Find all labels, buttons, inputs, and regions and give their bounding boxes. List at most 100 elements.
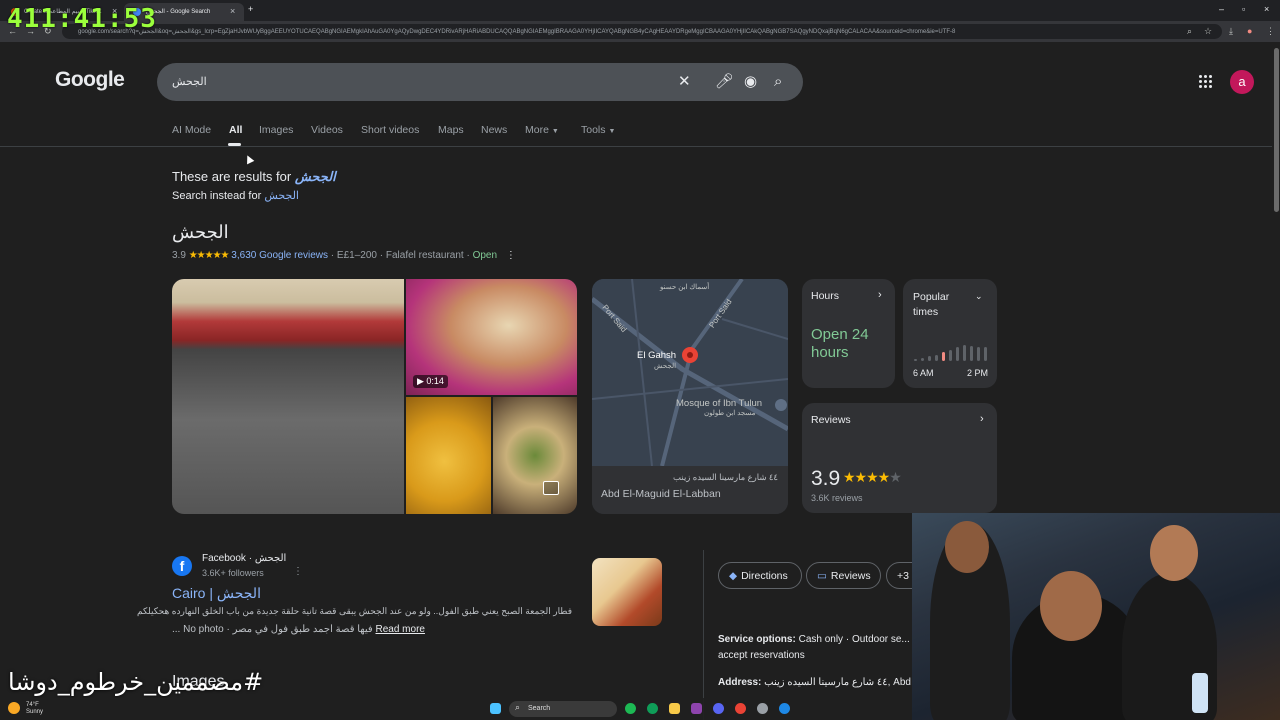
hours-title: Hours xyxy=(811,290,840,302)
result-thumbnail[interactable] xyxy=(592,558,662,626)
reviews-count: 3.6K reviews xyxy=(811,493,863,503)
place-category: Falafel restaurant xyxy=(385,250,464,261)
browser-icon[interactable] xyxy=(779,703,790,714)
map-mosque-label: Mosque of Ibn Tulun xyxy=(676,398,763,409)
close-tab-icon[interactable]: × xyxy=(230,6,235,16)
file-explorer-icon[interactable] xyxy=(669,703,680,714)
dishes-photo[interactable] xyxy=(493,397,577,514)
tools-label: Tools xyxy=(581,124,606,136)
apps-grid-icon[interactable] xyxy=(1199,75,1213,89)
person-left-head xyxy=(945,521,989,573)
popular-times-bar xyxy=(949,350,952,361)
gallery-icon[interactable] xyxy=(543,481,559,495)
tab-maps[interactable]: Maps xyxy=(438,124,464,136)
watermark-text: #مصممين_خرطوم_دوشا xyxy=(8,668,264,696)
spotify-icon[interactable] xyxy=(625,703,636,714)
more-label: More xyxy=(525,124,549,136)
popular-times-bar xyxy=(963,345,966,361)
minimize-icon[interactable]: – xyxy=(1219,4,1224,14)
browser-toolbar: ← → ↻ google.com/search?q=الجحش&oq=الجحش… xyxy=(0,21,1280,42)
weather-widget[interactable]: 74°F Sunny xyxy=(26,702,43,716)
address-value: ٤٤ شارع مارسينا السيده زينب, Abd El-... xyxy=(764,677,935,688)
tab-more[interactable]: More ▼ xyxy=(525,124,559,136)
chevron-right-icon: › xyxy=(980,413,984,425)
falafel-photo[interactable] xyxy=(406,397,491,514)
map-pin-label: El Gahsh xyxy=(637,350,677,361)
app-icon[interactable] xyxy=(691,703,702,714)
tab-ai-mode[interactable]: AI Mode xyxy=(172,124,211,136)
hours-card[interactable]: Hours › Open 24 hours xyxy=(802,279,895,388)
taskbar-search[interactable]: Search xyxy=(509,701,617,717)
result-menu-icon[interactable]: ⋮ xyxy=(293,566,303,577)
maximize-icon[interactable]: ▫ xyxy=(1242,4,1245,14)
url-text: google.com/search?q=الجحش&oq=الجحش&gs_lc… xyxy=(78,29,956,35)
result-snippet: فطار الجمعة الصبح يعني طبق الفول.. ولو م… xyxy=(137,606,572,616)
new-tab-icon[interactable]: + xyxy=(248,4,253,14)
chrome-icon[interactable] xyxy=(735,703,746,714)
tab-short-videos[interactable]: Short videos xyxy=(361,124,419,136)
tab-all[interactable]: All xyxy=(229,124,242,136)
map-poi-label: أسماك ابن حسنو xyxy=(660,284,710,291)
clear-icon[interactable]: ✕ xyxy=(678,73,691,91)
storefront-photo[interactable] xyxy=(172,279,404,514)
panel-divider xyxy=(703,550,704,720)
directions-button[interactable]: ◆ Directions xyxy=(718,562,802,589)
address-row: Address: ٤٤ شارع مارسينا السيده زينب, Ab… xyxy=(718,677,934,688)
corrected-query-link[interactable]: الجحش xyxy=(295,169,336,184)
search-icon[interactable]: ⌕ xyxy=(774,73,782,91)
reviews-rating: 3.9 xyxy=(811,467,841,490)
hours-value: Open 24 hours xyxy=(811,326,869,361)
popular-times-bars xyxy=(914,341,988,361)
tab-videos[interactable]: Videos xyxy=(311,124,343,136)
more-options-icon[interactable]: ⋮ xyxy=(506,250,516,261)
settings-gear-icon[interactable] xyxy=(757,703,768,714)
profile-icon[interactable]: ● xyxy=(1247,26,1252,36)
popular-times-bar xyxy=(921,358,924,361)
tab-news[interactable]: News xyxy=(481,124,507,136)
chevron-down-icon: ⌄ xyxy=(975,291,983,301)
windows-start-icon[interactable] xyxy=(490,703,501,714)
result-snippet-line2: ... No photo · فيها قصة اجمد طبق فول في … xyxy=(172,624,425,635)
search-box[interactable]: الجحش ✕ 🎤︎ ◉ ⌕ xyxy=(157,63,803,101)
place-meta: 3.9 ★★★★★ 3,630 Google reviews · E£1–200… xyxy=(172,250,516,261)
open-status: Open xyxy=(472,250,498,261)
lens-icon[interactable]: ◉ xyxy=(744,73,757,91)
caret-down-icon: ▼ xyxy=(551,128,559,135)
map-card[interactable]: El Gahsh الجحش Mosque of Ibn Tulun مسجد … xyxy=(592,279,788,514)
tools-button[interactable]: Tools ▼ xyxy=(581,124,615,136)
edge-icon[interactable] xyxy=(647,703,658,714)
reviews-icon: ▭ xyxy=(817,570,827,582)
result-source[interactable]: Facebook · الجحش xyxy=(202,553,286,564)
popular-times-bar xyxy=(942,352,945,361)
service-options: Service options: Cash only · Outdoor se.… xyxy=(718,632,918,664)
search-icon: ⌕ xyxy=(515,702,521,712)
place-title: الجحش xyxy=(172,222,229,242)
popular-times-card[interactable]: Popular times ⌄ 6 AM 2 PM xyxy=(903,279,997,388)
weather-desc: Sunny xyxy=(26,709,44,715)
original-query-link[interactable]: الجحش xyxy=(264,190,299,202)
reviews-card[interactable]: Reviews › 3.9 ★★★★★ 3.6K reviews xyxy=(802,403,997,513)
google-logo[interactable]: Google xyxy=(55,68,125,92)
map-image[interactable] xyxy=(592,279,788,466)
search-input[interactable]: الجحش xyxy=(172,75,207,88)
account-avatar[interactable]: a xyxy=(1230,70,1254,94)
close-window-icon[interactable]: × xyxy=(1264,4,1269,14)
download-icon[interactable]: ⤓ xyxy=(1229,26,1233,36)
mic-icon[interactable]: 🎤︎ xyxy=(715,73,734,91)
scrollbar-thumb[interactable] xyxy=(1274,48,1279,212)
menu-kebab-icon[interactable]: ⋮ xyxy=(1266,26,1275,36)
bookmark-star-icon[interactable]: ☆ xyxy=(1204,26,1212,36)
caret-down-icon: ▼ xyxy=(608,128,616,135)
reviews-button[interactable]: ▭ Reviews xyxy=(806,562,881,589)
result-followers: 3.6K+ followers xyxy=(202,568,264,578)
result-title-link[interactable]: Cairo | الجحش xyxy=(172,585,261,602)
discord-icon[interactable] xyxy=(713,703,724,714)
directions-icon: ◆ xyxy=(729,570,738,582)
empty-star: ★ xyxy=(889,469,902,485)
zoom-icon[interactable]: ⌕ xyxy=(1187,26,1192,36)
address-bar[interactable]: google.com/search?q=الجحش&oq=الجحش&gs_lc… xyxy=(62,24,1222,39)
popular-times-bar xyxy=(977,347,980,361)
tab-images[interactable]: Images xyxy=(259,124,293,136)
read-more-link[interactable]: Read more xyxy=(376,624,425,635)
reviews-link[interactable]: 3,630 Google reviews xyxy=(231,250,328,261)
